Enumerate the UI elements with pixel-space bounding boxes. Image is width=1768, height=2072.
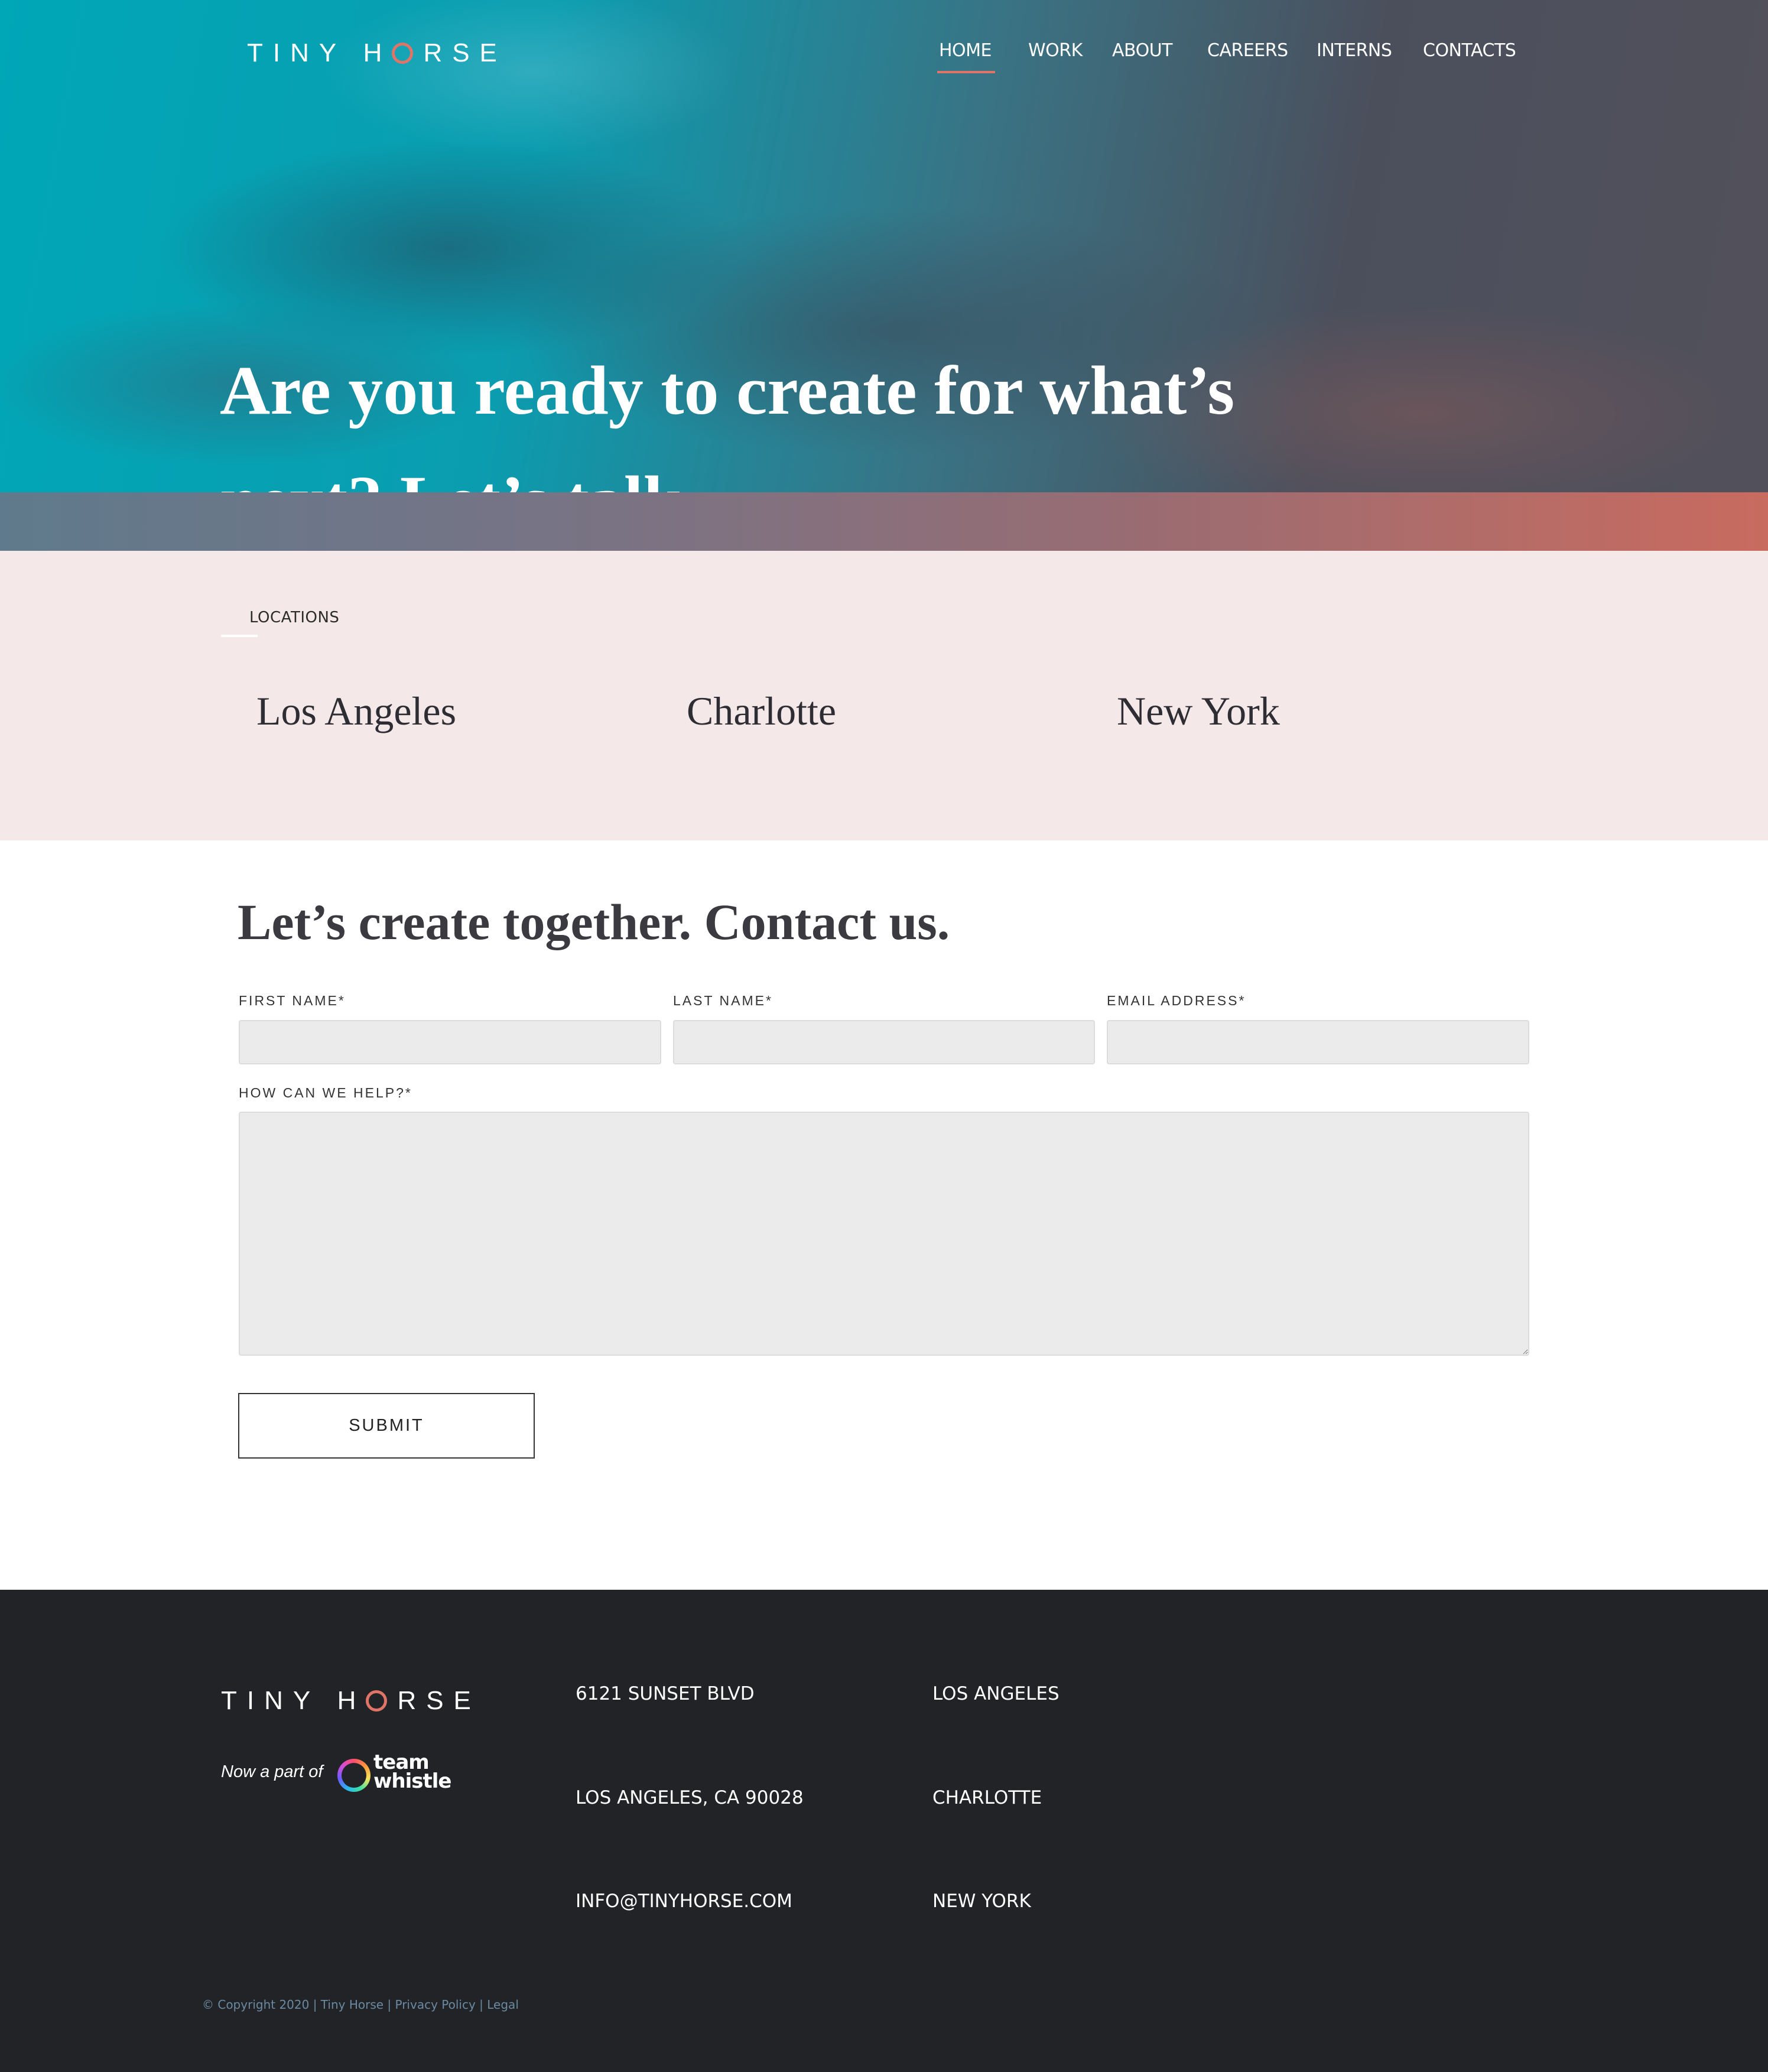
last-name-field[interactable] — [673, 1020, 1095, 1064]
footer-address-street: 6121 SUNSET BLVD — [576, 1683, 755, 1704]
email-address-label: EMAIL ADDRESS* — [1107, 993, 1246, 1008]
copyright-text: © Copyright 2020 | Tiny Horse | — [202, 1998, 395, 2012]
location-charlotte[interactable]: Charlotte — [687, 688, 836, 735]
team-whistle-logo[interactable]: team whistle — [373, 1752, 451, 1793]
footer-logo-text-start: TINY H — [221, 1686, 366, 1715]
nav-active-underline — [937, 71, 995, 73]
nav-work[interactable]: WORK — [1028, 40, 1083, 61]
message-label: HOW CAN WE HELP?* — [239, 1085, 412, 1100]
nav-home[interactable]: HOME — [939, 40, 992, 61]
footer-city-los-angeles[interactable]: LOS ANGELES — [932, 1683, 1060, 1704]
now-part-of-text: Now a part of — [221, 1762, 323, 1781]
locations-label-underline — [221, 635, 258, 637]
submit-button[interactable]: SUBMIT — [238, 1393, 535, 1459]
last-name-label: LAST NAME* — [673, 993, 773, 1008]
team-whistle-ring-icon — [337, 1759, 370, 1792]
legal-link[interactable]: Legal — [487, 1998, 519, 2012]
logo-o-ring-icon — [392, 43, 414, 64]
email-field[interactable] — [1107, 1020, 1529, 1064]
site-logo[interactable]: TINY H RSE — [247, 38, 507, 69]
contact-form-title: Let’s create together. Contact us. — [238, 894, 950, 950]
logo-text-end: RSE — [423, 38, 507, 67]
team-whistle-line2: whistle — [373, 1769, 451, 1793]
locations-label: LOCATIONS — [249, 609, 340, 626]
first-name-label: FIRST NAME* — [239, 993, 346, 1008]
footer-city-charlotte[interactable]: CHARLOTTE — [932, 1787, 1042, 1808]
footer-city-new-york[interactable]: NEW YORK — [932, 1891, 1031, 1912]
footer-email-link[interactable]: INFO@TINYHORSE.COM — [576, 1891, 792, 1912]
footer-logo-o-ring-icon — [366, 1690, 388, 1711]
message-textarea[interactable] — [239, 1112, 1529, 1356]
nav-contacts[interactable]: CONTACTS — [1423, 40, 1516, 61]
hero-heading: Are you ready to create for what’s next?… — [220, 352, 1235, 492]
logo-text-start: TINY H — [247, 38, 392, 67]
privacy-policy-link[interactable]: Privacy Policy — [395, 1998, 476, 2012]
nav-careers[interactable]: CAREERS — [1207, 40, 1288, 61]
location-new-york[interactable]: New York — [1117, 688, 1280, 735]
location-los-angeles[interactable]: Los Angeles — [256, 688, 456, 735]
nav-interns[interactable]: INTERNS — [1317, 40, 1392, 61]
hero-banner: TINY H RSE HOME WORK ABOUT CAREERS INTERN… — [0, 0, 1768, 492]
footer-address-city: LOS ANGELES, CA 90028 — [576, 1787, 804, 1808]
footer-logo-text-end: RSE — [397, 1686, 481, 1715]
copyright-line: © Copyright 2020 | Tiny Horse | Privacy … — [202, 1998, 519, 2012]
nav-about[interactable]: ABOUT — [1112, 40, 1172, 61]
gradient-divider — [0, 492, 1768, 551]
copyright-separator: | — [475, 1998, 488, 2012]
footer-logo[interactable]: TINY H RSE — [221, 1685, 481, 1716]
first-name-field[interactable] — [239, 1020, 661, 1064]
